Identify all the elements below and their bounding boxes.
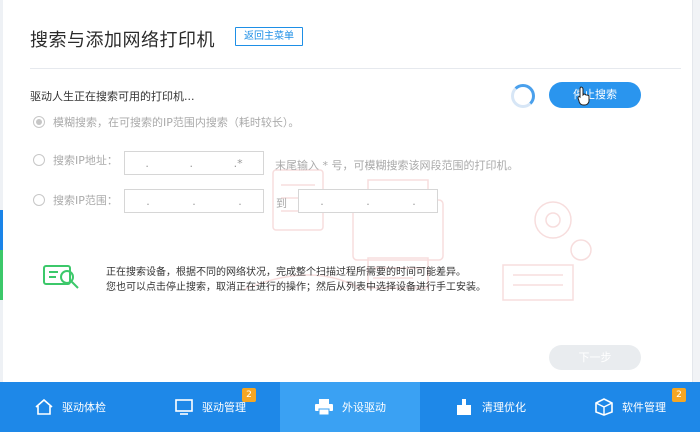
fuzzy-search-radio[interactable] [33,116,45,128]
fuzzy-search-option[interactable]: 模糊搜索，在可搜索的IP范围内搜索（耗时较长）。 [33,114,299,130]
ip-range-label: 搜索IP范围： [53,194,118,207]
ip-address-option[interactable]: 搜索IP地址： [33,152,118,168]
ip-range-end-input[interactable]: ... [298,189,438,213]
search-device-icon [43,265,79,289]
nav-item-driver-check[interactable]: 驱动体检 [0,382,140,432]
nav-label: 软件管理 [622,401,666,414]
loading-spinner-icon [511,84,535,108]
window-edge-right [692,0,700,382]
ip-range-option[interactable]: 搜索IP范围： [33,192,118,208]
hand-cursor-icon [577,86,590,106]
nav-item-software-manage[interactable]: 软件管理 2 [560,382,700,432]
ip-address-input[interactable]: .. .* [124,151,264,175]
divider [30,68,681,69]
software-box-icon [595,398,613,416]
stop-search-button[interactable]: 停止搜索 [549,82,641,108]
house-icon [35,398,53,415]
info-text-line2: 您也可以点击停止搜索，取消正在进行的操作；然后从列表中选择设备进行手工安装。 [106,282,486,293]
ip-address-label: 搜索IP地址： [53,154,118,167]
update-count-badge: 2 [672,388,686,402]
monitor-icon [175,399,193,415]
printer-icon [315,399,333,416]
update-count-badge: 2 [242,388,256,402]
printer-search-dialog: 搜索与添加网络打印机 返回主菜单 驱动人生正在搜索可用的打印机... 停止搜索 [3,0,691,382]
ip-range-to-label: 到 [276,197,287,210]
search-status-text: 驱动人生正在搜索可用的打印机... [30,90,195,103]
nav-item-clean-optimize[interactable]: 清理优化 [420,382,560,432]
fuzzy-search-label: 模糊搜索，在可搜索的IP范围内搜索（耗时较长）。 [53,116,300,129]
nav-label: 驱动管理 [202,401,246,414]
back-to-main-button[interactable]: 返回主菜单 [235,27,303,46]
info-text-line1: 正在搜索设备，根据不同的网络状况，完成整个扫描过程所需要的时间可能差异。 [106,267,466,278]
nav-item-driver-manage[interactable]: 驱动管理 2 [140,382,280,432]
ip-range-start-input[interactable]: ... [124,189,264,213]
ip-range-radio[interactable] [33,194,45,206]
bottom-nav-bar: 驱动体检 驱动管理 2 外设驱动 清理优化 软件管理 2 [0,382,700,432]
nav-label: 外设驱动 [342,401,386,414]
broom-icon [457,399,471,415]
ip-address-radio[interactable] [33,154,45,166]
nav-label: 驱动体检 [62,401,106,414]
ip-address-hint: 末尾输入 * 号，可模糊搜索该网段范围的打印机。 [275,159,519,172]
nav-label: 清理优化 [482,401,526,414]
next-step-button[interactable]: 下一步 [549,345,641,370]
nav-item-peripheral-driver[interactable]: 外设驱动 [280,382,420,432]
dialog-title: 搜索与添加网络打印机 [30,30,215,51]
